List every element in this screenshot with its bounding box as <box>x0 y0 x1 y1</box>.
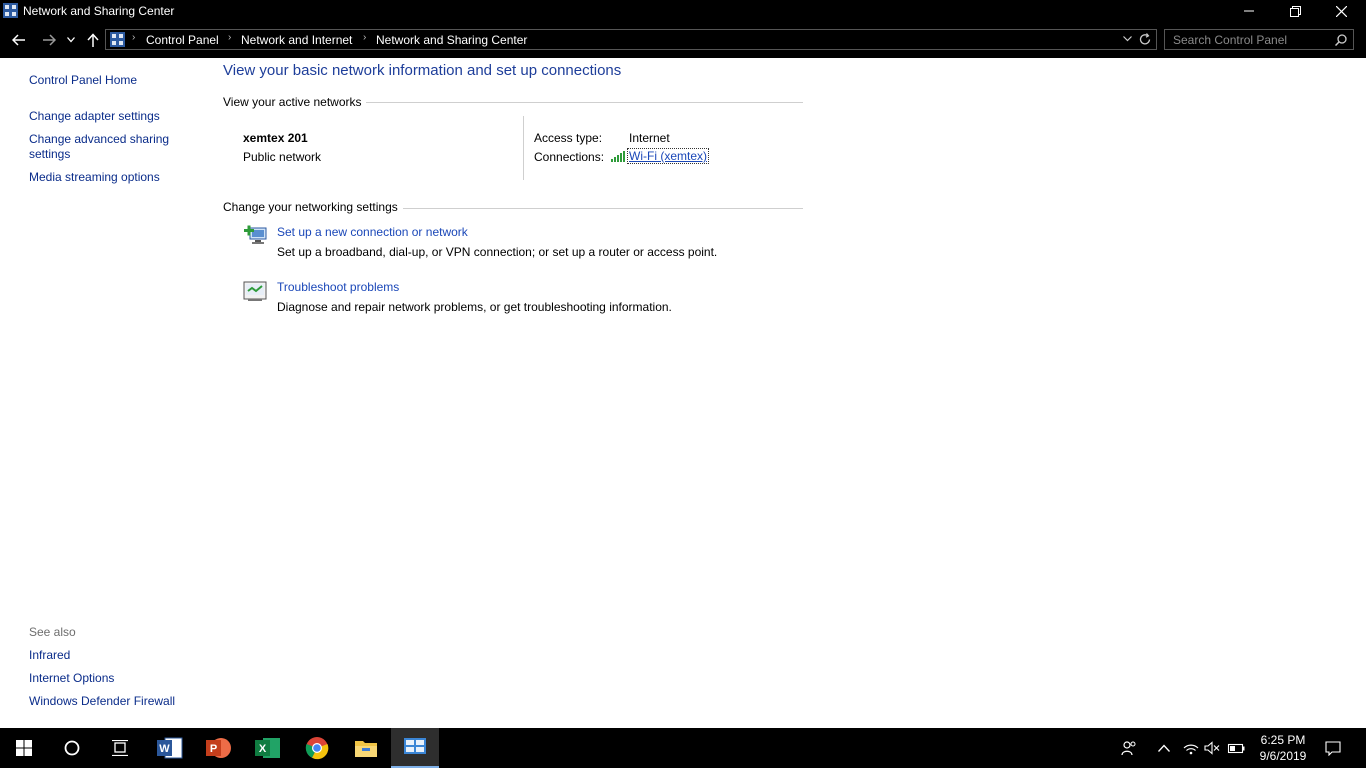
forward-button[interactable] <box>38 30 60 50</box>
restore-button[interactable] <box>1272 0 1318 22</box>
people-button[interactable] <box>1116 728 1142 768</box>
breadcrumb-separator-icon: › <box>228 32 232 43</box>
back-button[interactable] <box>8 30 30 50</box>
recent-locations-button[interactable] <box>62 30 80 50</box>
search-icon[interactable] <box>1335 34 1347 46</box>
wifi-connection-link[interactable]: Wi-Fi (xemtex) <box>627 148 709 164</box>
windows-logo-icon <box>16 740 32 756</box>
word-icon: W <box>157 737 183 759</box>
breadcrumb-network-and-internet[interactable]: Network and Internet <box>241 33 352 47</box>
word-taskbar-button[interactable]: W <box>146 728 194 768</box>
window-title: Network and Sharing Center <box>23 4 175 18</box>
file-explorer-taskbar-button[interactable] <box>342 728 390 768</box>
volume-tray-button[interactable] <box>1202 728 1222 768</box>
windows-defender-firewall-link[interactable]: Windows Defender Firewall <box>29 694 175 708</box>
refresh-icon[interactable] <box>1139 33 1152 46</box>
change-advanced-sharing-settings-link[interactable]: Change advanced sharing <box>29 132 169 146</box>
wifi-signal-icon <box>611 151 625 162</box>
search-placeholder: Search Control Panel <box>1173 33 1288 47</box>
speaker-muted-icon <box>1204 741 1220 755</box>
infrared-link[interactable]: Infrared <box>29 648 70 662</box>
troubleshoot-icon <box>243 281 267 301</box>
arrow-right-icon <box>43 34 56 46</box>
svg-text:W: W <box>159 743 170 755</box>
active-networks-heading: View your active networks <box>223 95 362 109</box>
wifi-icon <box>1183 744 1199 755</box>
taskbar: W P X 6:25 PM 9/6/2019 <box>0 728 1366 768</box>
search-input[interactable]: Search Control Panel <box>1164 29 1354 50</box>
cortana-icon <box>64 740 80 756</box>
breadcrumb-separator-icon: › <box>363 32 367 43</box>
arrow-up-icon <box>87 33 99 47</box>
change-adapter-settings-link[interactable]: Change adapter settings <box>29 109 160 123</box>
chevron-up-icon <box>1158 744 1170 752</box>
section-divider <box>403 208 803 209</box>
arrow-left-icon <box>12 34 25 46</box>
troubleshoot-description: Diagnose and repair network problems, or… <box>277 300 672 314</box>
media-streaming-options-link[interactable]: Media streaming options <box>29 170 160 184</box>
action-center-button[interactable] <box>1318 728 1348 768</box>
address-dropdown-icon[interactable] <box>1123 36 1132 42</box>
access-type-label: Access type: <box>534 131 603 145</box>
change-advanced-sharing-settings-link-line2[interactable]: settings <box>29 147 70 161</box>
minimize-button[interactable] <box>1226 0 1272 22</box>
new-connection-icon <box>244 225 267 244</box>
breadcrumb-control-panel[interactable]: Control Panel <box>146 33 219 47</box>
svg-text:P: P <box>210 743 217 755</box>
troubleshoot-problems-link[interactable]: Troubleshoot problems <box>277 280 399 294</box>
network-name: xemtex 201 <box>243 131 308 145</box>
clock-date: 9/6/2019 <box>1259 749 1307 763</box>
control-panel-home-link[interactable]: Control Panel Home <box>29 73 137 87</box>
clock-time: 6:25 PM <box>1260 733 1306 747</box>
control-panel-taskbar-button[interactable] <box>391 728 439 768</box>
clock[interactable]: 6:25 PM 9/6/2019 <box>1248 732 1318 764</box>
cortana-button[interactable] <box>48 728 96 768</box>
internet-options-link[interactable]: Internet Options <box>29 671 114 685</box>
setup-connection-link[interactable]: Set up a new connection or network <box>277 225 468 239</box>
left-navigation-pane: Control Panel Home Change adapter settin… <box>0 58 205 728</box>
chrome-taskbar-button[interactable] <box>293 728 341 768</box>
network-center-icon <box>3 3 18 18</box>
close-icon <box>1335 5 1347 17</box>
battery-icon <box>1227 743 1245 754</box>
control-panel-icon <box>404 738 426 754</box>
excel-icon: X <box>255 738 280 758</box>
setup-connection-description: Set up a broadband, dial-up, or VPN conn… <box>277 245 718 259</box>
see-also-heading: See also <box>29 625 76 639</box>
access-type-value: Internet <box>629 131 670 145</box>
network-divider <box>523 116 524 180</box>
address-toolbar: › Control Panel › Network and Internet ›… <box>0 22 1366 58</box>
svg-text:X: X <box>259 743 267 755</box>
restore-icon <box>1289 5 1301 17</box>
task-view-button[interactable] <box>96 728 144 768</box>
chevron-down-icon <box>67 37 75 43</box>
network-tray-button[interactable] <box>1180 728 1202 768</box>
excel-taskbar-button[interactable]: X <box>244 728 292 768</box>
battery-tray-button[interactable] <box>1224 728 1248 768</box>
up-button[interactable] <box>82 30 104 50</box>
address-bar[interactable]: › Control Panel › Network and Internet ›… <box>105 29 1157 50</box>
breadcrumb-network-and-sharing-center[interactable]: Network and Sharing Center <box>376 33 527 47</box>
close-button[interactable] <box>1318 0 1364 22</box>
breadcrumb-separator-icon: › <box>132 32 136 43</box>
connections-label: Connections: <box>534 150 605 164</box>
notification-icon <box>1325 740 1341 756</box>
task-view-icon <box>112 740 128 756</box>
powerpoint-taskbar-button[interactable]: P <box>195 728 243 768</box>
change-settings-heading: Change your networking settings <box>223 200 398 214</box>
powerpoint-icon: P <box>206 738 231 758</box>
start-button[interactable] <box>0 728 48 768</box>
network-category: Public network <box>243 150 322 164</box>
file-explorer-icon <box>355 741 377 757</box>
show-hidden-icons-button[interactable] <box>1152 728 1176 768</box>
page-title: View your basic network information and … <box>223 62 622 79</box>
minimize-icon <box>1244 10 1254 12</box>
people-icon <box>1121 741 1136 756</box>
chrome-icon <box>305 737 329 760</box>
section-divider <box>366 102 803 103</box>
title-bar: Network and Sharing Center <box>0 0 1366 22</box>
control-panel-icon <box>110 32 125 47</box>
